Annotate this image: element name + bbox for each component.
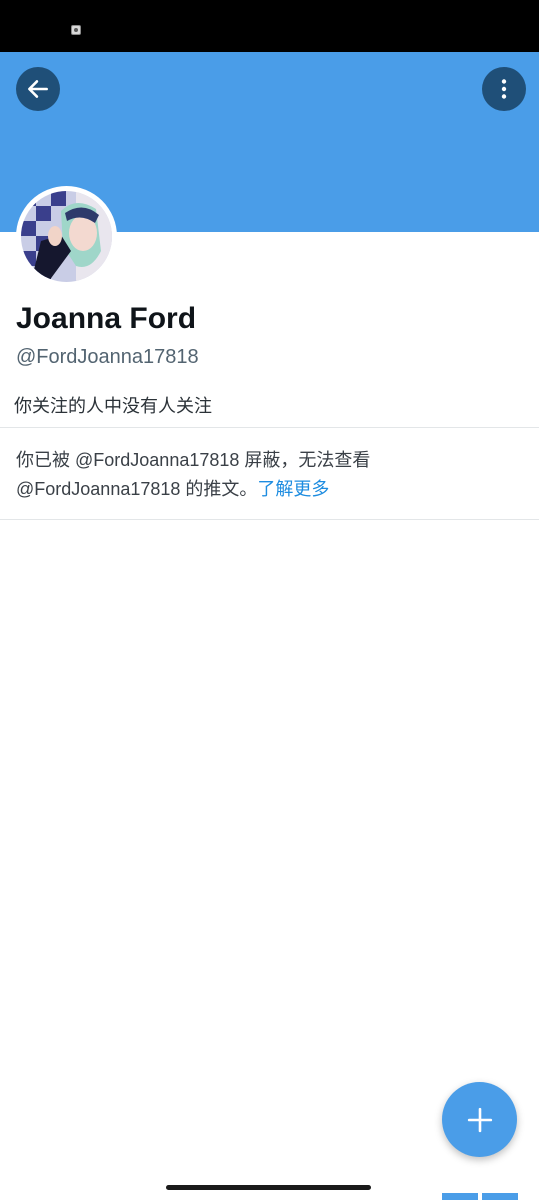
blocked-notice-line1: 你已被 @FordJoanna17818 屏蔽，无法查看 — [16, 450, 371, 470]
divider — [0, 519, 539, 520]
more-vertical-icon — [501, 79, 507, 99]
more-options-button[interactable] — [482, 67, 526, 111]
profile-handle: @FordJoanna17818 — [16, 346, 199, 368]
profile-avatar[interactable] — [16, 186, 117, 287]
arrow-left-icon — [28, 80, 48, 98]
blocked-notice: 你已被 @FordJoanna17818 屏蔽，无法查看 @FordJoanna… — [16, 446, 516, 504]
learn-more-link[interactable]: 了解更多 — [257, 479, 329, 499]
blocked-notice-line2: @FordJoanna17818 的推文。 — [16, 479, 258, 499]
followers-you-know-note[interactable]: 你关注的人中没有人关注 — [14, 392, 212, 418]
profile-display-name: Joanna Ford — [16, 302, 197, 335]
screen-record-icon — [71, 25, 81, 35]
plus-icon — [467, 1107, 492, 1132]
back-button[interactable] — [16, 67, 60, 111]
compose-tweet-button[interactable] — [442, 1082, 517, 1157]
home-indicator[interactable] — [166, 1185, 371, 1190]
partial-element — [442, 1193, 518, 1200]
status-bar — [0, 0, 539, 52]
divider — [0, 427, 539, 428]
avatar-image — [21, 191, 112, 282]
